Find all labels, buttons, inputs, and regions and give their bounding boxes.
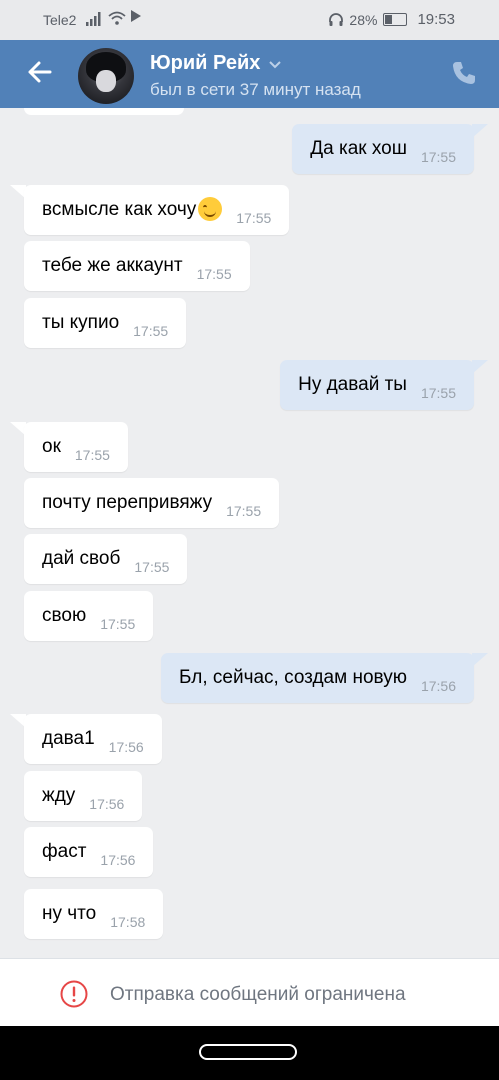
signal-icon xyxy=(86,12,101,26)
message-incoming[interactable]: дай своб 17:55 xyxy=(24,534,188,584)
message-incoming[interactable]: тебе же аккаунт 17:55 xyxy=(24,241,250,291)
restriction-message: Отправка сообщений ограничена xyxy=(110,984,406,1005)
contact-name-row[interactable]: Юрий Рейх xyxy=(150,52,282,75)
message-outgoing[interactable]: Ну давай ты 17:55 xyxy=(280,360,474,410)
carrier-name: Tele2 xyxy=(43,12,77,28)
message-text: дава1 xyxy=(42,728,95,749)
chevron-down-icon xyxy=(269,60,282,68)
status-bar: Tele2 28% 19:53 xyxy=(0,0,499,40)
message-time: 17:55 xyxy=(74,447,110,463)
last-seen-status: был в сети 37 минут назад xyxy=(150,80,361,99)
message-time: 17:55 xyxy=(226,503,262,519)
message-text: ок xyxy=(42,436,61,457)
message-time: 17:55 xyxy=(133,323,169,339)
bubble-tail xyxy=(472,360,488,374)
wifi-icon xyxy=(108,11,126,25)
message-incoming[interactable]: дава1 17:56 xyxy=(24,714,162,764)
home-gesture-pill[interactable] xyxy=(199,1044,297,1060)
previous-message-bubble xyxy=(24,108,184,115)
message-time: 17:55 xyxy=(196,266,232,282)
message-incoming[interactable]: ок 17:55 xyxy=(24,422,128,472)
system-navigation-bar xyxy=(0,1026,499,1080)
headphones-icon xyxy=(329,12,344,26)
message-time: 17:58 xyxy=(110,914,146,930)
message-time: 17:55 xyxy=(420,149,456,165)
message-time: 17:55 xyxy=(134,559,170,575)
message-text: Да как хош xyxy=(310,138,407,159)
message-text: всмысле как хочу xyxy=(42,199,197,220)
smiling-face-emoji-icon xyxy=(198,197,223,221)
message-incoming[interactable]: всмысле как хочу 17:55 xyxy=(24,185,290,235)
status-right: 28% 19:53 xyxy=(329,11,455,28)
message-outgoing[interactable]: Да как хош 17:55 xyxy=(292,124,474,174)
phone-icon[interactable] xyxy=(451,60,477,86)
battery-icon xyxy=(383,13,408,26)
play-icon xyxy=(131,10,141,22)
contact-name: Юрий Рейх xyxy=(150,52,261,74)
back-arrow-icon[interactable] xyxy=(22,54,58,90)
message-text: почту перепривяжу xyxy=(42,492,213,513)
message-text: Бл, сейчас, создам новую xyxy=(179,667,407,688)
clock: 19:53 xyxy=(417,11,455,28)
message-incoming[interactable]: свою 17:55 xyxy=(24,591,154,641)
chat-header: Юрий Рейх был в сети 37 минут назад xyxy=(0,40,499,108)
message-time: 17:55 xyxy=(236,210,272,226)
message-incoming[interactable]: ну что 17:58 xyxy=(24,889,164,939)
bubble-tail xyxy=(472,124,488,138)
message-time: 17:56 xyxy=(100,852,136,868)
message-incoming[interactable]: фаст 17:56 xyxy=(24,827,154,877)
message-time: 17:55 xyxy=(420,385,456,401)
message-text: дай своб xyxy=(42,548,121,569)
message-outgoing[interactable]: Бл, сейчас, создам новую 17:56 xyxy=(161,653,474,703)
message-incoming[interactable]: жду 17:56 xyxy=(24,771,143,821)
message-text: жду xyxy=(42,785,76,806)
message-text: Ну давай ты xyxy=(298,374,407,395)
message-text: фаст xyxy=(42,841,87,862)
battery-percent: 28% xyxy=(349,11,378,28)
avatar[interactable] xyxy=(78,48,134,104)
message-time: 17:56 xyxy=(420,678,456,694)
exclamation-circle-icon xyxy=(60,980,88,1008)
message-time: 17:56 xyxy=(108,739,144,755)
message-text: ты купио xyxy=(42,312,120,333)
message-time: 17:55 xyxy=(100,616,136,632)
message-text: тебе же аккаунт xyxy=(42,255,183,276)
message-time: 17:56 xyxy=(89,796,125,812)
message-text: ну что xyxy=(42,903,97,924)
message-text: свою xyxy=(42,605,87,626)
message-restriction-bar: Отправка сообщений ограничена xyxy=(0,958,499,1027)
message-incoming[interactable]: ты купио 17:55 xyxy=(24,298,187,348)
message-list[interactable]: Да как хош 17:55 всмысле как хочу 17:55 … xyxy=(0,108,499,958)
bubble-tail xyxy=(472,653,488,667)
message-incoming[interactable]: почту перепривяжу 17:55 xyxy=(24,478,280,528)
